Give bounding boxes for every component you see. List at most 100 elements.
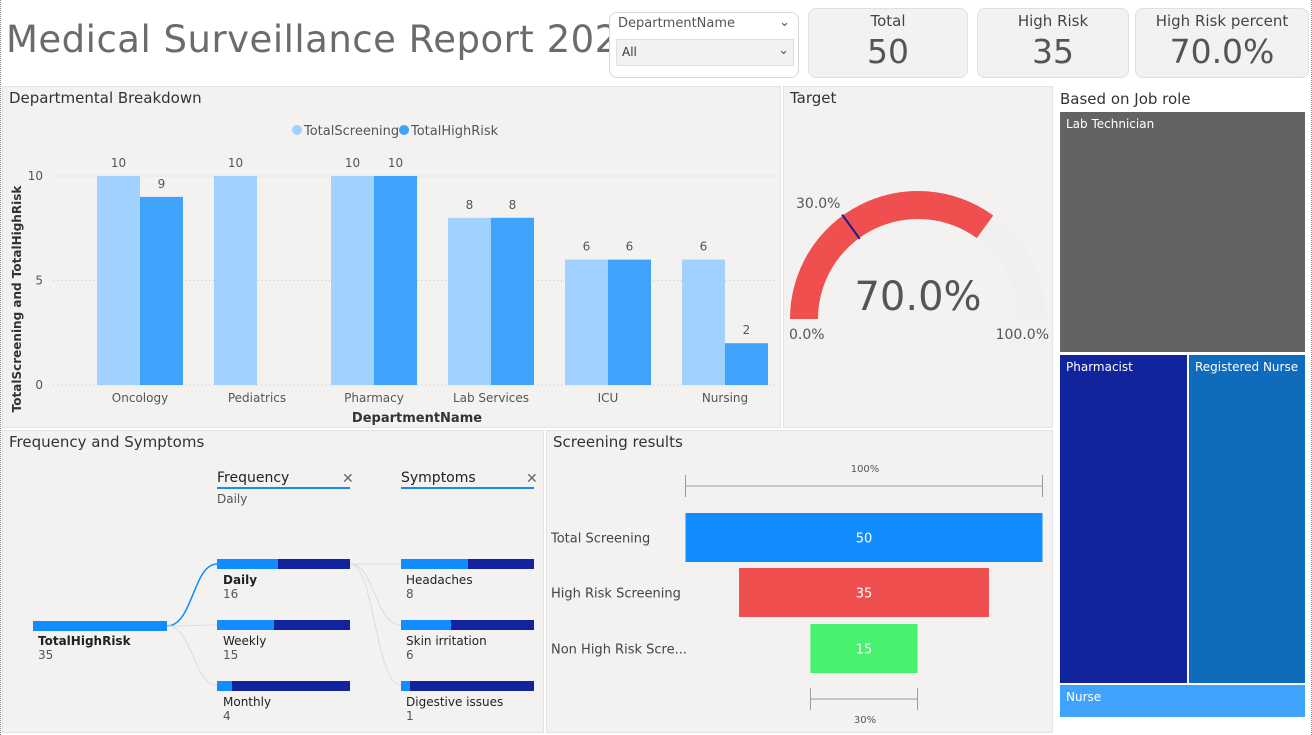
card-value: 50: [867, 32, 909, 71]
chart-legend[interactable]: TotalScreening TotalHighRisk: [292, 124, 499, 139]
node-label: Weekly: [223, 634, 266, 648]
tree-node-monthly[interactable]: Monthly 4: [217, 681, 350, 723]
treemap-tile-lab-technician[interactable]: Lab Technician: [1060, 112, 1305, 352]
bar-totalscreening[interactable]: [214, 176, 257, 385]
node-value: 35: [38, 648, 53, 662]
bar-totalhighrisk[interactable]: [374, 176, 417, 385]
x-tick-label: ICU: [598, 391, 619, 405]
node-value: 8: [406, 587, 414, 601]
node-label: Skin irritation: [406, 634, 487, 648]
screening-results-panel: Screening results 100% 30% 50 Total Scree…: [546, 430, 1053, 733]
tree-node-weekly[interactable]: Weekly 15: [217, 620, 350, 662]
gauge-chart: 70.0% 30.0% 0.0% 100.0%: [789, 191, 1049, 343]
bar-totalhighrisk[interactable]: [491, 217, 534, 385]
departmental-breakdown-panel: Departmental Breakdown TotalScreening To…: [2, 86, 781, 428]
data-label: 6: [700, 240, 708, 254]
bar-chart: TotalScreening TotalHighRisk TotalScreen…: [10, 124, 775, 426]
frequency-symptoms-panel: Frequency and Symptoms Frequency ✕ Daily…: [2, 430, 544, 733]
tree-connector: [166, 624, 218, 627]
frequency-filter-label: Daily: [217, 492, 247, 506]
bar-totalscreening[interactable]: [448, 217, 491, 385]
legend-marker-screening: [292, 125, 302, 135]
gauge-value-label: 70.0%: [854, 274, 981, 320]
bar-totalhighrisk[interactable]: [140, 196, 183, 385]
funnel-category-label: High Risk Screening: [551, 587, 681, 602]
x-tick-label: Pediatrics: [228, 391, 286, 405]
gauge-target-label: 30.0%: [796, 196, 840, 212]
funnel-top-percent: 100%: [851, 464, 880, 475]
treemap-tile-label: Pharmacist: [1066, 360, 1133, 374]
tree-node-root[interactable]: TotalHighRisk 35: [33, 621, 167, 662]
close-icon[interactable]: ✕: [526, 471, 538, 487]
data-label: 6: [583, 240, 591, 254]
node-value: 4: [223, 709, 231, 723]
x-tick-label: Lab Services: [453, 391, 529, 405]
treemap-tile-nurse[interactable]: Nurse: [1060, 685, 1305, 717]
tree-node-skin-irritation[interactable]: Skin irritation 6: [401, 620, 534, 662]
gauge-min-label: 0.0%: [789, 327, 825, 343]
funnel-category-label: Total Screening: [550, 532, 650, 547]
data-label: 9: [158, 177, 166, 191]
tree-connector: [349, 563, 402, 626]
x-tick-label: Pharmacy: [344, 391, 404, 405]
close-icon[interactable]: ✕: [342, 471, 354, 487]
node-bar: [401, 681, 410, 691]
bar-totalhighrisk[interactable]: [608, 259, 651, 385]
tree-node-digestive-issues[interactable]: Digestive issues 1: [401, 681, 534, 723]
frequency-header: Frequency: [217, 470, 289, 486]
bar-totalscreening[interactable]: [97, 176, 140, 385]
card-label: High Risk: [1017, 12, 1089, 30]
treemap-tile-registered-nurse[interactable]: Registered Nurse: [1189, 355, 1305, 683]
treemap-tile-pharmacist[interactable]: Pharmacist: [1060, 355, 1187, 683]
total-card: Total 50: [808, 8, 968, 78]
tree-node-daily[interactable]: Daily 16: [217, 559, 350, 601]
data-label: 10: [111, 156, 126, 170]
legend-label-highrisk: TotalHighRisk: [410, 124, 499, 139]
node-bar: [401, 559, 468, 569]
funnel-value-label: 50: [856, 532, 873, 547]
y-axis-title: TotalScreening and TotalHighRisk: [10, 185, 24, 413]
data-label: 2: [743, 323, 751, 337]
slicer-label: DepartmentName: [618, 16, 736, 31]
node-bar: [217, 559, 278, 569]
chevron-down-icon[interactable]: ⌄: [779, 15, 790, 30]
y-tick-label: 10: [28, 169, 43, 183]
tree-connector: [349, 563, 402, 686]
data-label: 10: [345, 156, 360, 170]
slicer-selected-value: All: [622, 45, 637, 59]
treemap-tile-label: Lab Technician: [1066, 117, 1155, 131]
tree-connector: [166, 625, 218, 686]
x-tick-label: Oncology: [112, 391, 168, 405]
bar-totalhighrisk[interactable]: [725, 343, 768, 385]
node-value: 16: [223, 587, 238, 601]
high-risk-percent-card: High Risk percent 70.0%: [1135, 8, 1309, 78]
node-bar: [33, 621, 167, 631]
bar-totalscreening[interactable]: [565, 259, 608, 385]
slicer-dropdown[interactable]: All ⌄: [616, 39, 794, 66]
funnel-bottom-percent: 30%: [854, 715, 876, 726]
node-bar-track: [217, 681, 350, 691]
data-label: 6: [626, 240, 634, 254]
job-role-treemap-panel: Based on Job role Lab Technician Pharmac…: [1055, 86, 1310, 722]
page-title: Medical Surveillance Report 2025: [6, 18, 643, 61]
y-tick-label: 5: [35, 274, 43, 288]
department-slicer[interactable]: DepartmentName ⌄ All ⌄: [609, 12, 799, 78]
card-value: 70.0%: [1169, 32, 1275, 71]
funnel-chart: 100% 30% 50 Total Screening 35 High Risk Sc…: [550, 464, 1043, 726]
node-label: Daily: [223, 573, 257, 587]
node-value: 15: [223, 648, 238, 662]
tree-node-headaches[interactable]: Headaches 8: [401, 559, 534, 601]
funnel-value-label: 15: [856, 643, 873, 658]
y-tick-label: 0: [35, 378, 43, 392]
bar-totalscreening[interactable]: [331, 176, 374, 385]
node-value: 1: [406, 709, 414, 723]
node-label: Monthly: [223, 695, 271, 709]
high-risk-card: High Risk 35: [977, 8, 1129, 78]
data-label: 10: [388, 156, 403, 170]
chevron-down-icon[interactable]: ⌄: [778, 43, 789, 58]
card-label: High Risk percent: [1155, 12, 1289, 30]
node-bar-track: [401, 681, 534, 691]
decomposition-tree: Frequency ✕ Daily Symptoms ✕ TotalHighRi…: [33, 470, 538, 723]
node-bar: [401, 620, 451, 630]
bar-totalscreening[interactable]: [682, 259, 725, 385]
